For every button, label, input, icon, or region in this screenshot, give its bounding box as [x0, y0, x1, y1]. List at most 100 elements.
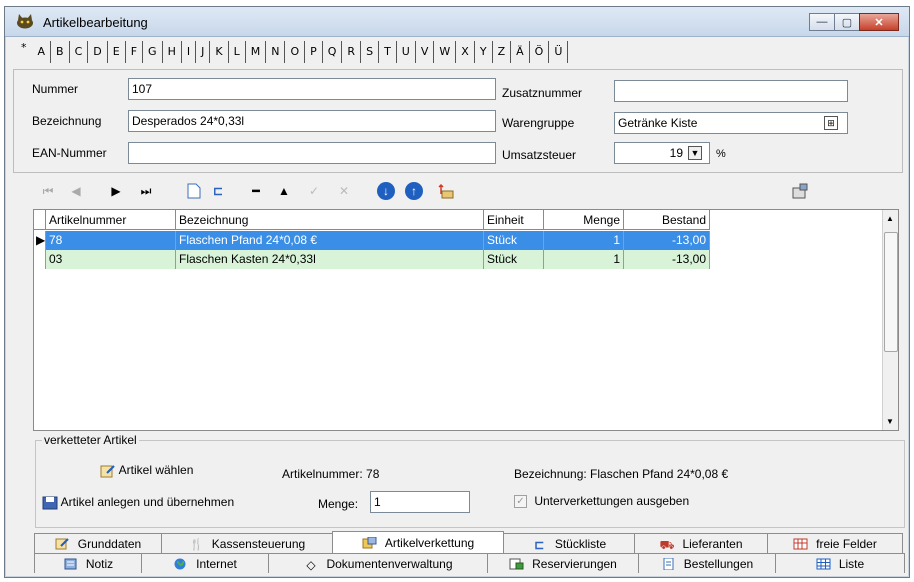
- ean-field[interactable]: [128, 142, 496, 164]
- warengruppe-lookup-button[interactable]: ⊞: [824, 116, 838, 130]
- tab-stueckliste[interactable]: ⊏ Stückliste: [503, 533, 635, 553]
- alphabet-letter[interactable]: Q: [323, 41, 343, 63]
- grid-settings-button[interactable]: [791, 183, 809, 199]
- umsatzsteuer-dropdown-button[interactable]: ▼: [688, 146, 702, 160]
- tab-dokumentenverwaltung[interactable]: ◇ Dokumentenverwaltung: [268, 553, 488, 573]
- table-cell[interactable]: 1: [544, 231, 624, 250]
- tab-artikelverkettung[interactable]: Artikelverkettung: [332, 531, 504, 553]
- new-record-button[interactable]: [185, 183, 203, 199]
- alphabet-letter[interactable]: C: [70, 41, 89, 63]
- column-header[interactable]: Bestand: [624, 210, 710, 230]
- alphabet-letter[interactable]: P: [305, 41, 323, 63]
- alphabet-letter[interactable]: U: [397, 41, 416, 63]
- alphabet-letter[interactable]: X: [456, 41, 475, 63]
- alphabet-letter[interactable]: R: [342, 41, 362, 63]
- sort-icon: [438, 183, 454, 199]
- sort-button[interactable]: [437, 183, 455, 199]
- alphabet-letter[interactable]: N: [266, 41, 286, 63]
- scrollbar-thumb[interactable]: [884, 232, 898, 352]
- alphabet-letter[interactable]: Z: [493, 41, 512, 63]
- choose-article-link[interactable]: Artikel wählen: [100, 463, 193, 478]
- alphabet-letter[interactable]: B: [51, 41, 70, 63]
- table-cell[interactable]: 03: [46, 250, 176, 269]
- alphabet-letter[interactable]: V: [416, 41, 435, 63]
- table-cell[interactable]: 1: [544, 250, 624, 269]
- tab-freie-felder[interactable]: freie Felder: [767, 533, 903, 553]
- alphabet-letter[interactable]: J: [196, 41, 211, 63]
- column-header[interactable]: Einheit: [484, 210, 544, 230]
- new-document-icon: [187, 183, 201, 199]
- alphabet-letter[interactable]: O: [285, 41, 306, 63]
- alphabet-letter[interactable]: H: [163, 41, 182, 63]
- warengruppe-field[interactable]: Getränke Kiste: [614, 112, 848, 134]
- alphabet-letter[interactable]: I: [182, 41, 197, 63]
- tab-grunddaten[interactable]: Grunddaten: [34, 533, 162, 553]
- table-cell[interactable]: Stück: [484, 231, 544, 250]
- minimize-button[interactable]: —: [809, 13, 835, 31]
- alphabet-letter[interactable]: L: [229, 41, 246, 63]
- tab-lieferanten[interactable]: ⛟ Lieferanten: [634, 533, 768, 553]
- move-up-button[interactable]: ↑: [405, 182, 423, 200]
- alphabet-letter[interactable]: S: [361, 41, 380, 63]
- table-cell[interactable]: 78: [46, 231, 176, 250]
- alphabet-letter[interactable]: F: [126, 41, 144, 63]
- column-header[interactable]: Artikelnummer: [46, 210, 176, 230]
- checkbox[interactable]: ✓: [514, 495, 527, 509]
- next-record-button[interactable]: ▶: [107, 183, 125, 199]
- nummer-field[interactable]: 107: [128, 78, 496, 100]
- row-pointer-icon: ▶: [34, 231, 46, 250]
- alphabet-letter[interactable]: Ä: [511, 41, 530, 63]
- tab-kassensteuerung[interactable]: 🍴 Kassensteuerung: [161, 533, 333, 553]
- tab-label: Reservierungen: [532, 556, 617, 571]
- title-bar[interactable]: Artikelbearbeitung — ▢ ✕: [5, 7, 909, 37]
- menge-field[interactable]: 1: [370, 491, 470, 513]
- column-header[interactable]: Bezeichnung: [176, 210, 484, 230]
- vertical-scrollbar[interactable]: ▲ ▼: [882, 210, 898, 430]
- zusatznummer-field[interactable]: [614, 80, 848, 102]
- alphabet-letter[interactable]: G: [143, 41, 163, 63]
- lookup-icon: ⊞: [827, 118, 835, 128]
- alphabet-letter[interactable]: T: [379, 41, 397, 63]
- alphabet-letter-all[interactable]: *: [13, 41, 33, 65]
- alphabet-letter[interactable]: Y: [475, 41, 493, 63]
- sub-links-checkbox-row[interactable]: ✓ Unterverkettungen ausgeben: [514, 494, 689, 509]
- last-record-button[interactable]: ⏭: [137, 183, 155, 199]
- close-button[interactable]: ✕: [859, 13, 899, 31]
- tab-label: Artikelverkettung: [384, 535, 475, 550]
- tab-notiz[interactable]: Notiz: [34, 553, 142, 573]
- alphabet-letter[interactable]: D: [88, 41, 108, 63]
- alphabet-letter[interactable]: M: [246, 41, 267, 63]
- tab-reservierungen[interactable]: Reservierungen: [487, 553, 639, 573]
- create-article-link[interactable]: Artikel anlegen und übernehmen: [42, 495, 234, 510]
- alphabet-letter[interactable]: A: [33, 41, 52, 63]
- scroll-down-icon[interactable]: ▼: [886, 417, 894, 426]
- maximize-button[interactable]: ▢: [834, 13, 860, 31]
- first-record-button[interactable]: ⏮: [39, 183, 57, 199]
- maximize-icon: ▢: [841, 16, 853, 29]
- alphabet-letter[interactable]: Ü: [549, 41, 569, 63]
- post-record-button[interactable]: ✓: [305, 183, 323, 199]
- alphabet-letter[interactable]: E: [108, 41, 126, 63]
- table-cell[interactable]: Flaschen Pfand 24*0,08 €: [176, 231, 484, 250]
- edit-record-button[interactable]: ▲: [275, 183, 293, 199]
- alphabet-letter[interactable]: W: [434, 41, 457, 63]
- insert-record-button[interactable]: ⊏: [209, 183, 227, 199]
- cancel-icon: ✕: [338, 184, 350, 198]
- bezeichnung-field[interactable]: Desperados 24*0,33l: [128, 110, 496, 132]
- alphabet-letter[interactable]: Ö: [530, 41, 550, 63]
- tab-bestellungen[interactable]: Bestellungen: [638, 553, 776, 573]
- table-cell[interactable]: Flaschen Kasten 24*0,33l: [176, 250, 484, 269]
- cancel-record-button[interactable]: ✕: [335, 183, 353, 199]
- table-cell[interactable]: -13,00: [624, 231, 710, 250]
- move-down-button[interactable]: ↓: [377, 182, 395, 200]
- linked-article-group: verketteter Artikel Artikel wählen Artik…: [35, 433, 905, 528]
- delete-record-button[interactable]: ━: [247, 183, 265, 199]
- table-cell[interactable]: -13,00: [624, 250, 710, 269]
- scroll-up-icon[interactable]: ▲: [886, 214, 894, 223]
- table-cell[interactable]: Stück: [484, 250, 544, 269]
- tab-internet[interactable]: Internet: [141, 553, 269, 573]
- alphabet-letter[interactable]: K: [210, 41, 229, 63]
- column-header[interactable]: Menge: [544, 210, 624, 230]
- prev-record-button[interactable]: ◀: [67, 183, 85, 199]
- tab-liste[interactable]: Liste: [775, 553, 905, 573]
